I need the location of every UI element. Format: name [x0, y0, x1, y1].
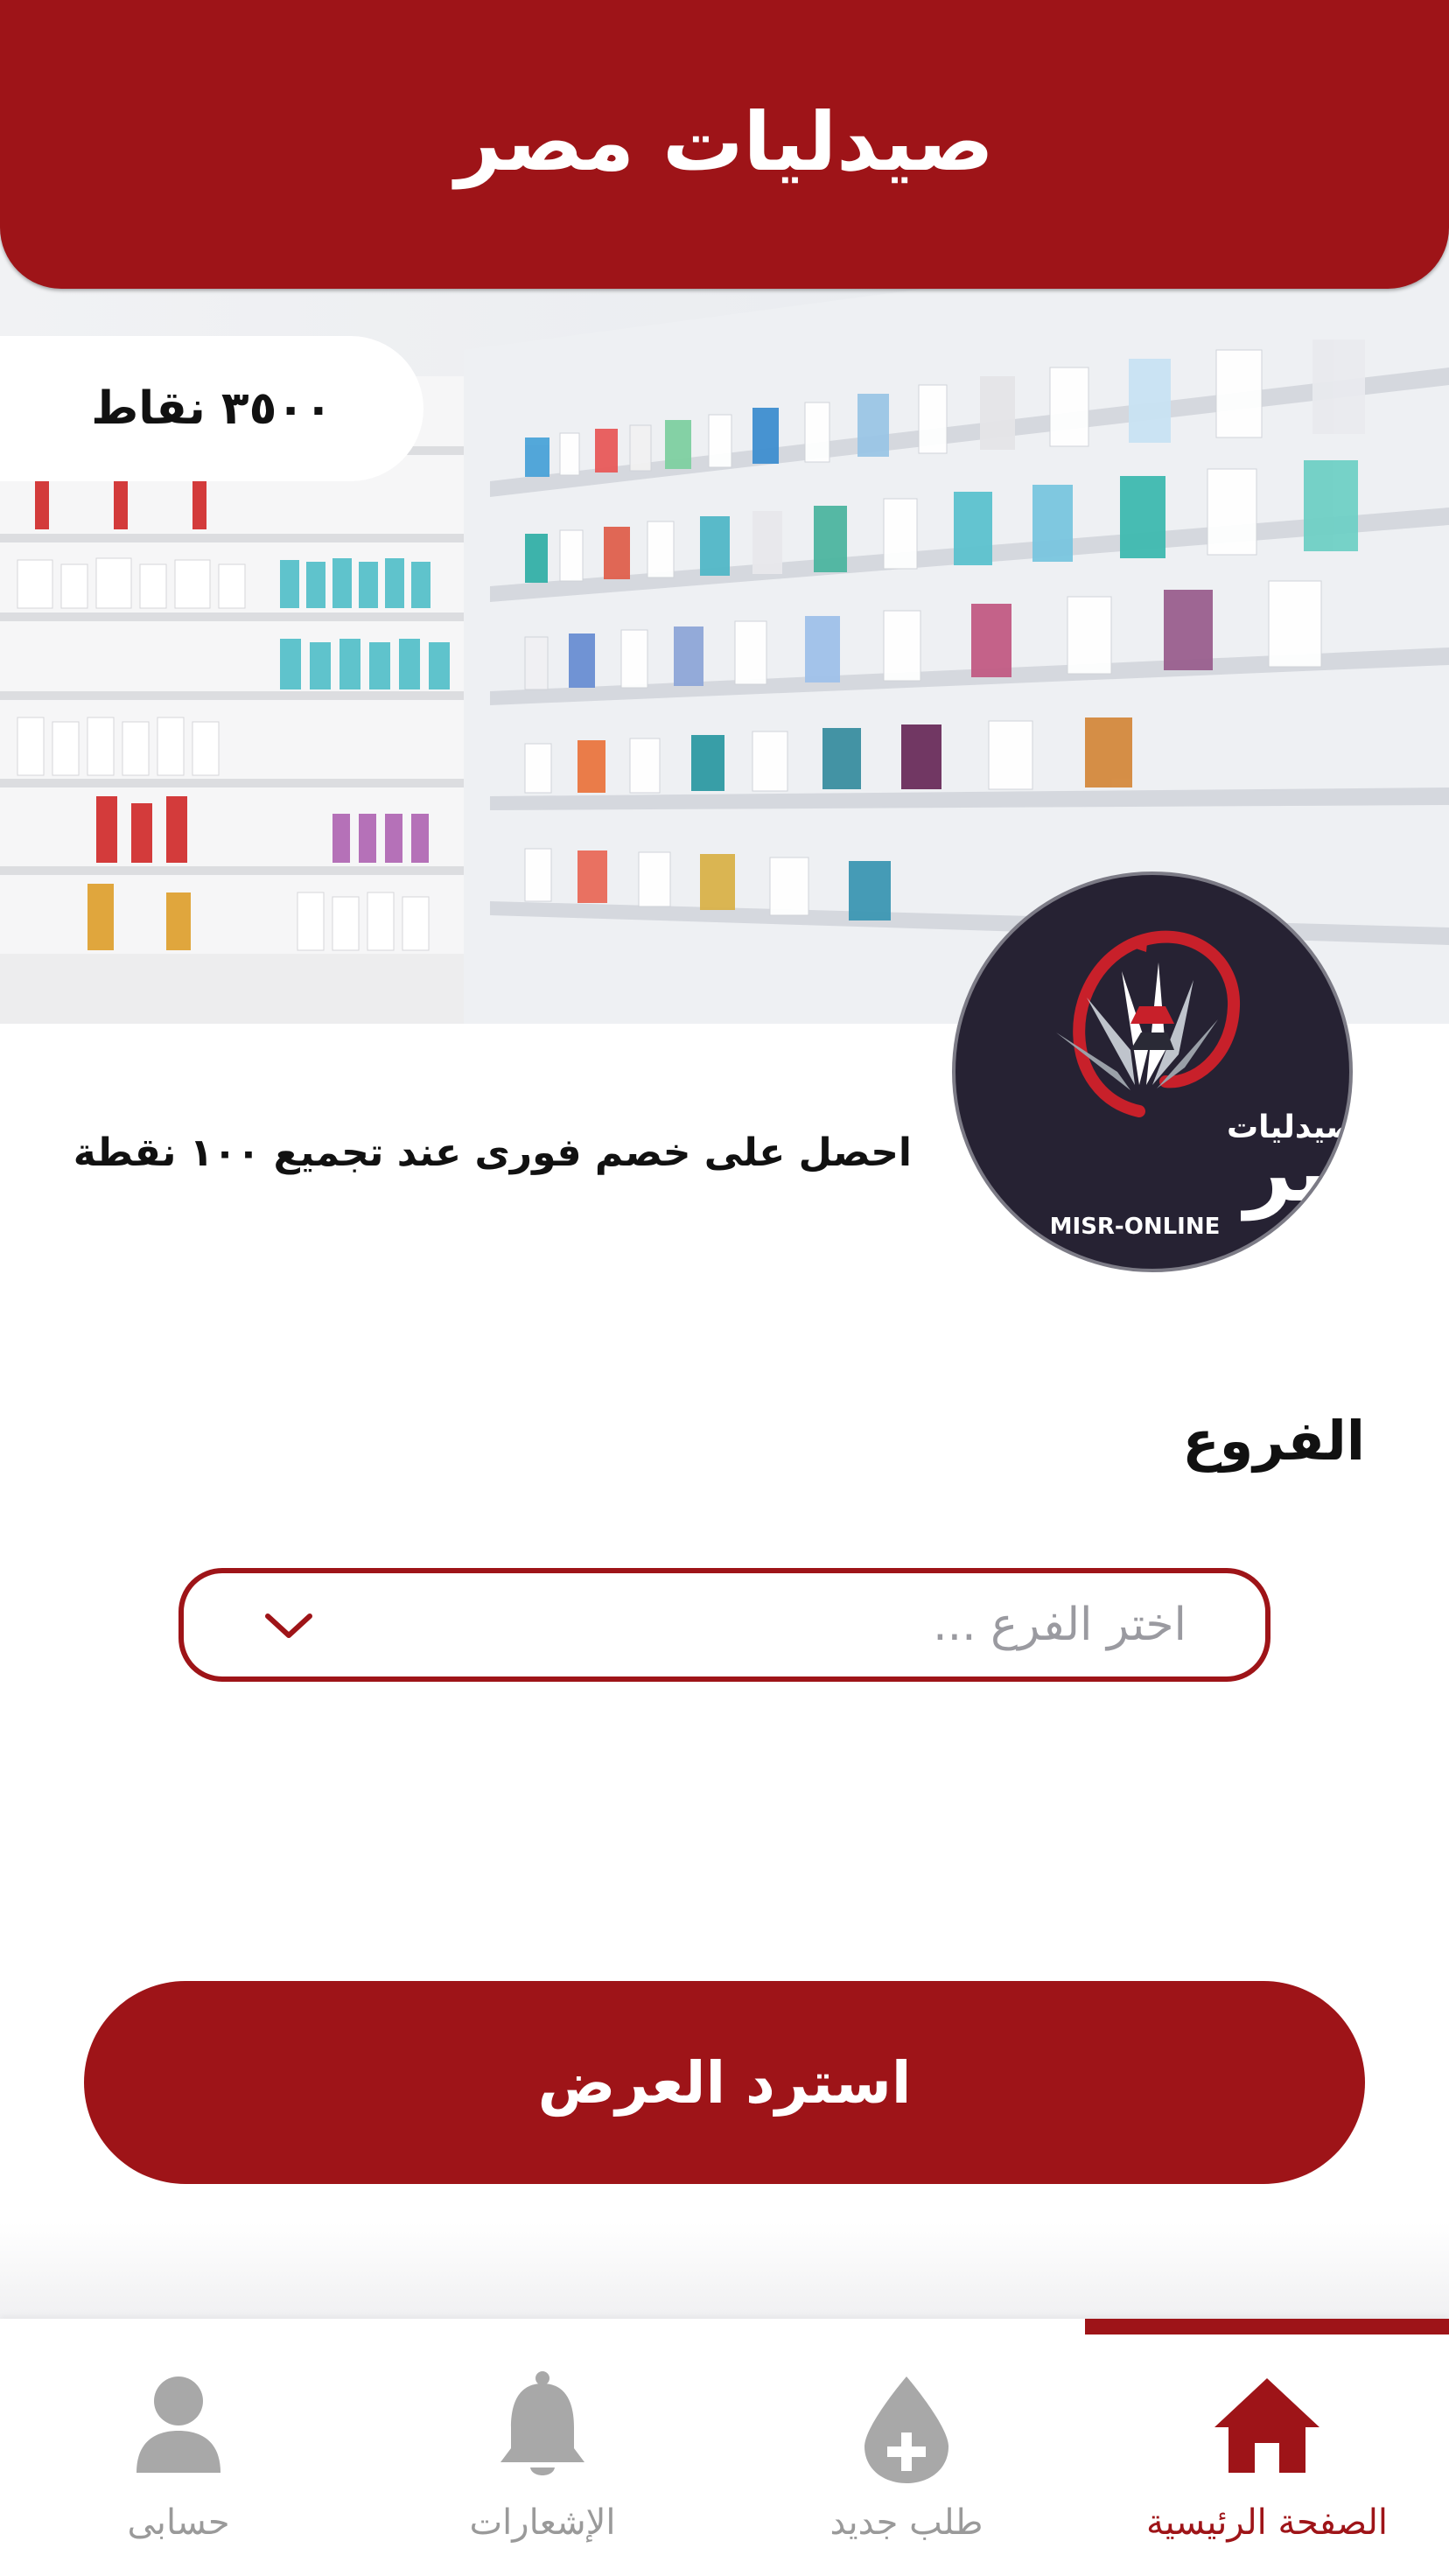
logo-text-en: MISR-ONLINE — [1050, 1214, 1221, 1240]
branch-select[interactable]: اختر الفرع ... — [178, 1568, 1270, 1682]
nav-label-new-order: طلب جديد — [830, 2502, 984, 2543]
nav-label-home: الصفحة الرئيسية — [1146, 2502, 1388, 2543]
branches-label: الفروع — [1182, 1409, 1365, 1473]
app-header: صيدليات مصر — [0, 0, 1449, 289]
points-label: ٣٥٠٠ نقاط — [91, 382, 332, 435]
user-icon — [136, 2376, 220, 2473]
nav-active-indicator — [1085, 2319, 1449, 2334]
nav-item-notifications[interactable]: الإشعارات — [411, 2362, 674, 2564]
bell-icon — [500, 2371, 584, 2475]
home-icon — [1214, 2378, 1320, 2473]
points-badge: ٣٥٠٠ نقاط — [0, 336, 424, 481]
chevron-down-icon — [265, 1614, 312, 1638]
nav-label-notifications: الإشعارات — [469, 2502, 616, 2543]
nav-item-home[interactable]: الصفحة الرئيسية — [1136, 2362, 1398, 2564]
promo-text: احصل على خصم فورى عند تجميع ١٠٠ نقطة — [73, 1130, 912, 1175]
redeem-offer-button[interactable]: استرد العرض — [84, 1981, 1365, 2184]
page-title: صيدليات مصر — [455, 94, 994, 189]
nav-item-account[interactable]: حسابى — [47, 2362, 310, 2564]
logo-text-big: مصر — [1241, 1123, 1349, 1221]
pharmacy-logo: صيدليات مصر MISR-ONLINE — [952, 872, 1353, 1272]
drop-plus-icon — [864, 2376, 948, 2483]
nav-label-account: حسابى — [127, 2502, 230, 2543]
nav-item-new-order[interactable]: طلب جديد — [775, 2362, 1038, 2564]
branch-select-placeholder: اختر الفرع ... — [933, 1599, 1186, 1651]
content-fade — [0, 2222, 1449, 2319]
